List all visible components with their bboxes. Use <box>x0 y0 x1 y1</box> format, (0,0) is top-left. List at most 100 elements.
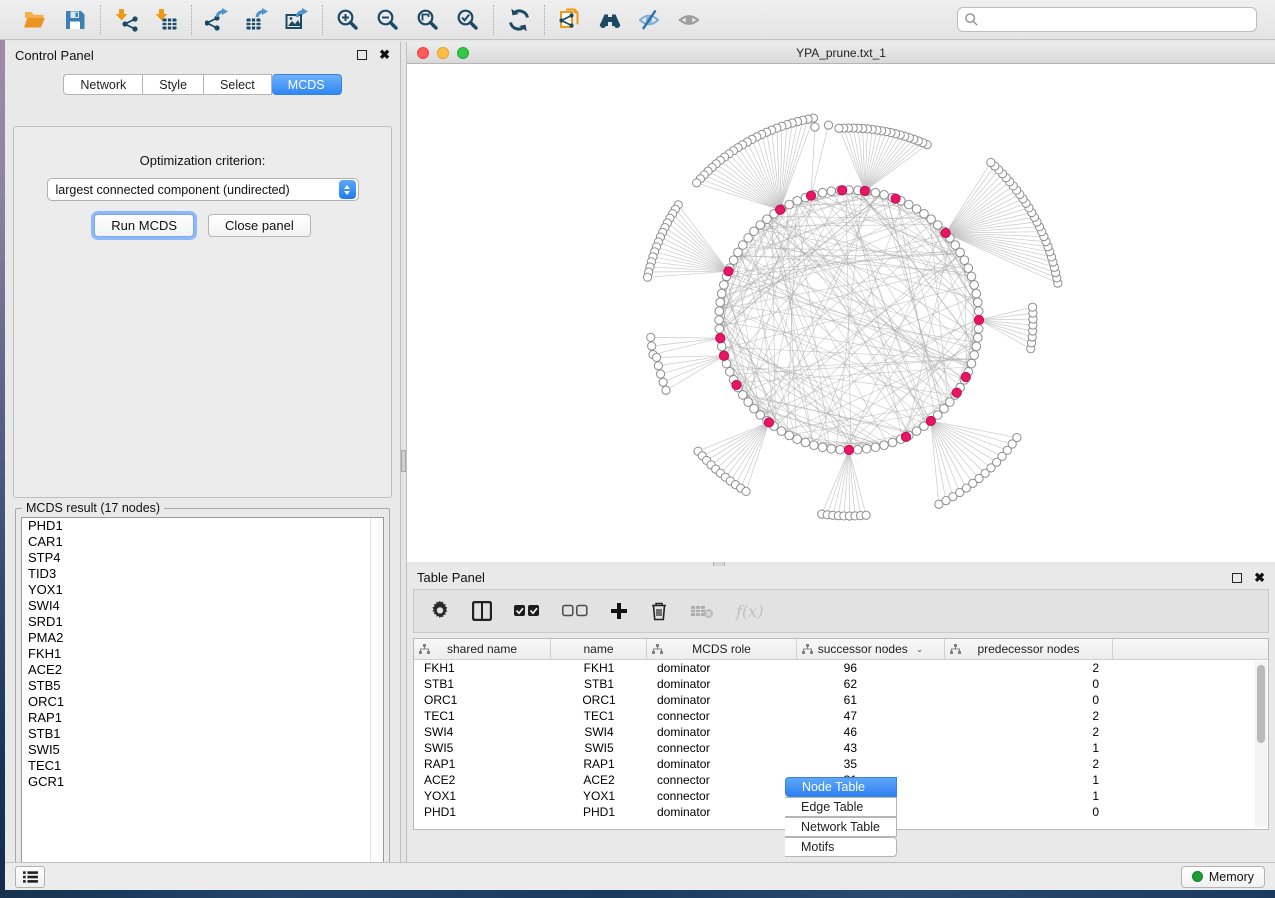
graph-node[interactable] <box>662 386 670 394</box>
graph-node[interactable] <box>785 431 794 440</box>
import-network-icon[interactable] <box>113 7 139 33</box>
tab-mcds[interactable]: MCDS <box>272 74 342 95</box>
mcds-node[interactable] <box>844 445 853 454</box>
float-panel-icon[interactable] <box>357 50 367 60</box>
run-mcds-button[interactable]: Run MCDS <box>94 214 194 237</box>
graph-node[interactable] <box>880 441 889 450</box>
table-row[interactable]: FKH1FKH1dominator962 <box>414 660 1268 676</box>
column-header-shared-name[interactable]: shared name <box>414 639 551 659</box>
close-window-icon[interactable] <box>417 47 429 59</box>
tab-style[interactable]: Style <box>143 74 204 95</box>
graph-node[interactable] <box>835 124 843 132</box>
graph-node[interactable] <box>715 316 724 325</box>
graph-node[interactable] <box>1028 303 1036 311</box>
mcds-result-item[interactable]: YOX1 <box>22 582 383 598</box>
graph-node[interactable] <box>647 333 655 341</box>
graph-node[interactable] <box>827 444 836 453</box>
mcds-node[interactable] <box>732 380 741 389</box>
graph-node[interactable] <box>987 158 995 166</box>
mcds-node[interactable] <box>926 416 935 425</box>
graph-node[interactable] <box>734 248 743 257</box>
graph-node[interactable] <box>960 256 969 265</box>
tab-network-table[interactable]: Network Table <box>785 817 897 837</box>
graph-node[interactable] <box>648 342 656 350</box>
mcds-result-item[interactable]: PHD1 <box>22 518 383 534</box>
graph-node[interactable] <box>785 200 794 209</box>
mcds-node[interactable] <box>952 388 961 397</box>
graph-node[interactable] <box>715 325 724 334</box>
share-document-icon[interactable] <box>557 7 583 33</box>
graph-node[interactable] <box>793 196 802 205</box>
split-panel-icon[interactable] <box>472 598 492 624</box>
mcds-result-item[interactable]: GCR1 <box>22 774 383 790</box>
graph-node[interactable] <box>972 289 981 298</box>
graph-node[interactable] <box>654 362 662 370</box>
graph-node[interactable] <box>862 511 870 519</box>
graph-node[interactable] <box>653 353 661 361</box>
graph-node[interactable] <box>967 359 976 368</box>
mcds-result-item[interactable]: STB5 <box>22 678 383 694</box>
mcds-result-item[interactable]: ORC1 <box>22 694 383 710</box>
mcds-result-item[interactable]: STP4 <box>22 550 383 566</box>
graph-node[interactable] <box>964 264 973 273</box>
graph-node[interactable] <box>973 298 982 307</box>
graph-node[interactable] <box>659 378 667 386</box>
criterion-dropdown[interactable]: largest connected component (undirected) <box>47 178 359 201</box>
settings-gear-icon[interactable] <box>430 598 450 624</box>
graph-node[interactable] <box>974 325 983 334</box>
tab-edge-table[interactable]: Edge Table <box>785 797 897 817</box>
mcds-node[interactable] <box>776 205 785 214</box>
graph-node[interactable] <box>888 438 897 447</box>
mcds-node[interactable] <box>941 228 950 237</box>
table-row[interactable]: TEC1TEC1connector472 <box>414 708 1268 724</box>
graph-node[interactable] <box>1013 433 1021 441</box>
graph-node[interactable] <box>818 188 827 197</box>
graph-node[interactable] <box>793 435 802 444</box>
graph-node[interactable] <box>862 444 871 453</box>
column-header-predecessor-nodes[interactable]: predecessor nodes <box>945 639 1113 659</box>
export-network-icon[interactable] <box>204 7 230 33</box>
select-all-icon[interactable] <box>514 598 540 624</box>
mcds-node[interactable] <box>724 267 733 276</box>
close-panel-icon[interactable]: ✖ <box>1254 573 1265 583</box>
float-panel-icon[interactable] <box>1232 573 1242 583</box>
graph-node[interactable] <box>970 281 979 290</box>
graph-node[interactable] <box>717 342 726 351</box>
mcds-result-item[interactable]: STB1 <box>22 726 383 742</box>
network-canvas[interactable] <box>407 64 1275 561</box>
mcds-node[interactable] <box>974 315 983 324</box>
graph-node[interactable] <box>643 273 651 281</box>
minimize-window-icon[interactable] <box>437 47 449 59</box>
graph-node[interactable] <box>970 351 979 360</box>
hide-eye-icon[interactable] <box>637 7 663 33</box>
mcds-result-list[interactable]: PHD1CAR1STP4TID3YOX1SWI4SRD1PMA2FKH1ACE2… <box>21 517 384 874</box>
zoom-selected-icon[interactable] <box>455 7 481 33</box>
graph-node[interactable] <box>967 272 976 281</box>
mcds-result-item[interactable]: ACE2 <box>22 662 383 678</box>
mcds-result-item[interactable]: TEC1 <box>22 758 383 774</box>
mcds-node[interactable] <box>860 186 869 195</box>
table-row[interactable]: STB1STB1dominator620 <box>414 676 1268 692</box>
graph-node[interactable] <box>854 445 863 454</box>
graph-node[interactable] <box>693 179 701 187</box>
zoom-fit-icon[interactable] <box>415 7 441 33</box>
tab-network[interactable]: Network <box>63 74 143 95</box>
tab-select[interactable]: Select <box>204 74 272 95</box>
graph-node[interactable] <box>810 441 819 450</box>
column-header-successor-nodes[interactable]: successor nodes⌄ <box>797 639 945 659</box>
task-history-button[interactable] <box>15 866 45 888</box>
mcds-node[interactable] <box>901 432 910 441</box>
graph-node[interactable] <box>880 191 889 200</box>
graph-node[interactable] <box>717 289 726 298</box>
graph-node[interactable] <box>836 445 845 454</box>
graph-node[interactable] <box>818 443 827 452</box>
mcds-result-item[interactable]: CAR1 <box>22 534 383 550</box>
graph-node[interactable] <box>801 438 810 447</box>
graph-node[interactable] <box>811 123 819 131</box>
tab-motifs[interactable]: Motifs <box>785 837 897 857</box>
mcds-node[interactable] <box>719 351 728 360</box>
search-box[interactable] <box>957 7 1257 32</box>
graph-node[interactable] <box>905 200 914 209</box>
add-column-icon[interactable] <box>610 598 628 624</box>
graph-node[interactable] <box>827 187 836 196</box>
